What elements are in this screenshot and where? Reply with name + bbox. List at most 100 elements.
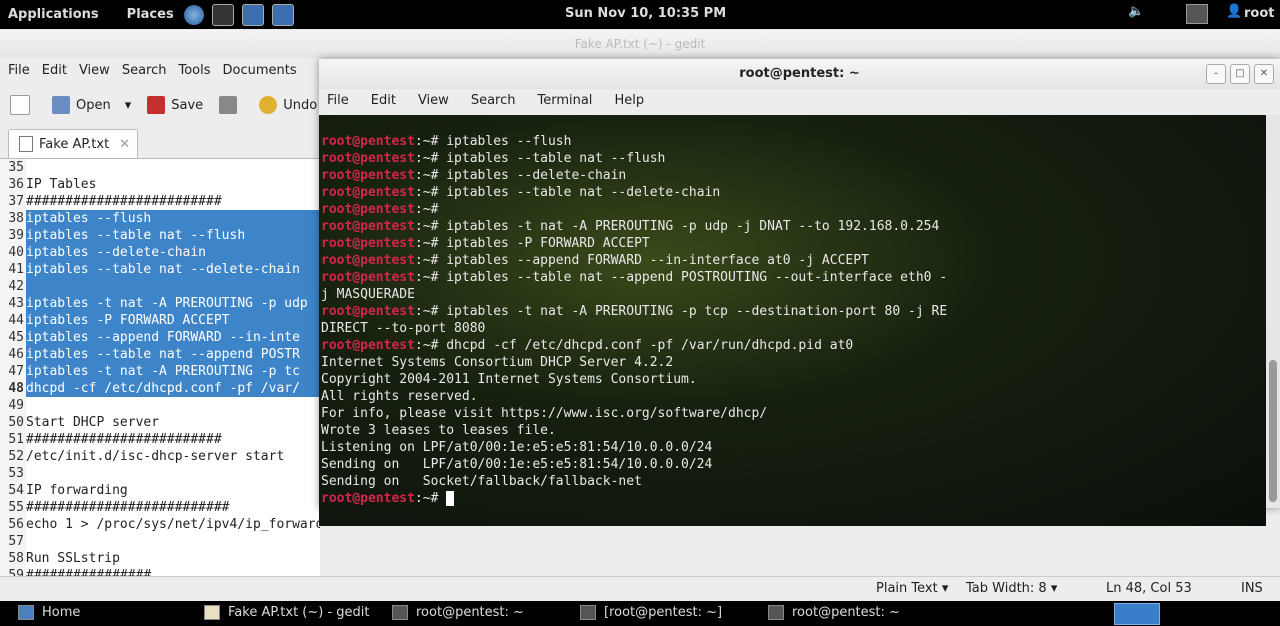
gedit-menu-view[interactable]: View bbox=[79, 60, 110, 82]
taskbar-item-gedit[interactable]: Fake AP.txt (~) - gedit bbox=[204, 605, 370, 620]
editor-line[interactable]: 52/etc/init.d/isc-dhcp-server start bbox=[0, 448, 320, 465]
close-tab-icon[interactable]: ✕ bbox=[119, 137, 130, 152]
tab-width-selector[interactable]: Tab Width: 8 ▾ bbox=[966, 581, 1057, 596]
line-text: iptables --append FORWARD --in-inte bbox=[26, 329, 320, 346]
editor-line[interactable]: 48 dhcpd -cf /etc/dhcpd.conf -pf /var/ bbox=[0, 380, 320, 397]
line-text: iptables --table nat --append POSTR bbox=[26, 346, 320, 363]
open-button[interactable]: Open ▾ bbox=[52, 96, 131, 114]
volume-icon[interactable]: 🔈 bbox=[1128, 4, 1144, 19]
terminal-line: For info, please visit https://www.isc.o… bbox=[319, 405, 1266, 422]
taskbar: Home Fake AP.txt (~) - gedit root@pentes… bbox=[0, 601, 1280, 626]
editor-line[interactable]: 42 bbox=[0, 278, 320, 295]
editor-line[interactable]: 51 ######################### bbox=[0, 431, 320, 448]
prompt-suffix: :~# bbox=[414, 236, 447, 251]
editor-line[interactable]: 40 iptables --delete-chain bbox=[0, 244, 320, 261]
tab-fake-ap[interactable]: Fake AP.txt ✕ bbox=[8, 129, 138, 158]
terminal-scrollbar[interactable] bbox=[1266, 115, 1280, 508]
language-selector[interactable]: Plain Text ▾ bbox=[876, 581, 948, 596]
editor-line[interactable]: 50 Start DHCP server bbox=[0, 414, 320, 431]
network-icon[interactable] bbox=[1186, 4, 1208, 24]
editor-line[interactable]: 37 ######################### bbox=[0, 193, 320, 210]
editor-line[interactable]: 47 iptables -t nat -A PREROUTING -p tc bbox=[0, 363, 320, 380]
editor-line[interactable]: 45 iptables --append FORWARD --in-inte bbox=[0, 329, 320, 346]
browser-launcher-icon[interactable] bbox=[183, 4, 204, 25]
editor-line[interactable]: 44 iptables -P FORWARD ACCEPT bbox=[0, 312, 320, 329]
editor-line[interactable]: 58 Run SSLstrip bbox=[0, 550, 320, 567]
editor-line[interactable]: 36 IP Tables bbox=[0, 176, 320, 193]
scrollbar-thumb[interactable] bbox=[1269, 360, 1277, 502]
line-number: 56 bbox=[0, 516, 26, 533]
terminal-menu-edit[interactable]: Edit bbox=[371, 93, 396, 108]
taskbar-item-terminal-2[interactable]: [root@pentest: ~] bbox=[580, 605, 722, 620]
line-text bbox=[26, 278, 320, 295]
line-text: ########################## bbox=[26, 500, 230, 515]
folder-icon bbox=[52, 96, 70, 114]
terminal-menu-view[interactable]: View bbox=[418, 93, 449, 108]
undo-icon bbox=[259, 96, 278, 114]
workspace-switcher[interactable] bbox=[1114, 603, 1160, 625]
taskbar-item-terminal-1[interactable]: root@pentest: ~ bbox=[392, 605, 524, 620]
terminal-menu-terminal[interactable]: Terminal bbox=[537, 93, 592, 108]
undo-button[interactable]: Undo bbox=[259, 96, 317, 114]
line-text: iptables -t nat -A PREROUTING -p udp bbox=[26, 295, 320, 312]
applications-menu[interactable]: Applications bbox=[8, 7, 99, 22]
line-number: 54 bbox=[0, 482, 26, 499]
editor-line[interactable]: 55 ########################## bbox=[0, 499, 320, 516]
line-text: iptables -P FORWARD ACCEPT bbox=[26, 312, 320, 329]
terminal-text: iptables --table nat --append POSTROUTIN… bbox=[446, 270, 948, 285]
gedit-menu-search[interactable]: Search bbox=[122, 60, 167, 82]
gedit-menu-file[interactable]: File bbox=[8, 60, 30, 82]
editor-line[interactable]: 46 iptables --table nat --append POSTR bbox=[0, 346, 320, 363]
editor-line[interactable]: 35 bbox=[0, 159, 320, 176]
editor-line[interactable]: 56 echo 1 > /proc/sys/net/ipv4/ip_forward bbox=[0, 516, 320, 533]
editor-line[interactable]: 57 bbox=[0, 533, 320, 550]
close-button[interactable]: ✕ bbox=[1254, 64, 1274, 84]
user-name[interactable]: root bbox=[1244, 6, 1275, 21]
new-button[interactable] bbox=[10, 95, 36, 115]
gedit-menu-tools[interactable]: Tools bbox=[178, 60, 210, 82]
maximize-button[interactable]: □ bbox=[1230, 64, 1250, 84]
prompt-suffix: :~# bbox=[414, 270, 447, 285]
taskbar-item-home[interactable]: Home bbox=[18, 605, 80, 620]
terminal-line: root@pentest:~# iptables --delete-chain bbox=[319, 167, 1266, 184]
taskbar-label: root@pentest: ~ bbox=[792, 605, 900, 620]
editor-line[interactable]: 38 iptables --flush bbox=[0, 210, 320, 227]
user-icon[interactable]: 👤 bbox=[1226, 4, 1242, 19]
taskbar-label: [root@pentest: ~] bbox=[604, 605, 723, 620]
text-editor[interactable]: 35 36 IP Tables 37 #########################… bbox=[0, 158, 320, 577]
open-dropdown-icon[interactable]: ▾ bbox=[125, 98, 132, 113]
terminal-menu-file[interactable]: File bbox=[327, 93, 349, 108]
tab-label: Fake AP.txt bbox=[39, 136, 110, 152]
editor-line[interactable]: 53 bbox=[0, 465, 320, 482]
save-button[interactable]: Save bbox=[147, 96, 203, 114]
terminal-menubar: File Edit View Search Terminal Help bbox=[327, 93, 666, 108]
editor-line[interactable]: 41 iptables --table nat --delete-chain bbox=[0, 261, 320, 278]
terminal-text: Sending on LPF/at0/00:1e:e5:e5:81:54/10.… bbox=[321, 457, 713, 472]
terminal-screen[interactable]: root@pentest:~# iptables --flush root@pen… bbox=[319, 115, 1266, 526]
terminal-launcher-icon[interactable] bbox=[211, 3, 234, 26]
editor-line[interactable]: 49 bbox=[0, 397, 320, 414]
window-launcher-icon[interactable] bbox=[241, 3, 264, 26]
line-text: Start DHCP server bbox=[26, 415, 160, 430]
terminal-text: iptables --table nat --flush bbox=[446, 151, 666, 166]
gedit-toolbar: Open ▾ Save Undo bbox=[0, 88, 323, 122]
minimize-button[interactable]: – bbox=[1206, 64, 1226, 84]
taskbar-item-terminal-3[interactable]: root@pentest: ~ bbox=[768, 605, 900, 620]
terminal-menu-search[interactable]: Search bbox=[471, 93, 516, 108]
line-number: 44 bbox=[0, 312, 26, 329]
gedit-menu-documents[interactable]: Documents bbox=[223, 60, 297, 82]
gedit-menu-edit[interactable]: Edit bbox=[42, 60, 67, 82]
terminal-menu-help[interactable]: Help bbox=[614, 93, 644, 108]
editor-line[interactable]: 39 iptables --table nat --flush bbox=[0, 227, 320, 244]
prompt-suffix: :~# bbox=[414, 491, 447, 506]
print-button[interactable] bbox=[219, 96, 243, 114]
places-menu[interactable]: Places bbox=[127, 7, 174, 22]
line-text: /etc/init.d/isc-dhcp-server start bbox=[26, 449, 285, 464]
editor-line[interactable]: 43 iptables -t nat -A PREROUTING -p udp bbox=[0, 295, 320, 312]
undo-label: Undo bbox=[283, 97, 318, 113]
window-launcher-2-icon[interactable] bbox=[271, 3, 294, 26]
editor-line[interactable]: 54 IP forwarding bbox=[0, 482, 320, 499]
terminal-prompt: root@pentest bbox=[321, 304, 415, 319]
prompt-suffix: :~# bbox=[414, 253, 447, 268]
clock[interactable]: Sun Nov 10, 10:35 PM bbox=[565, 6, 726, 21]
